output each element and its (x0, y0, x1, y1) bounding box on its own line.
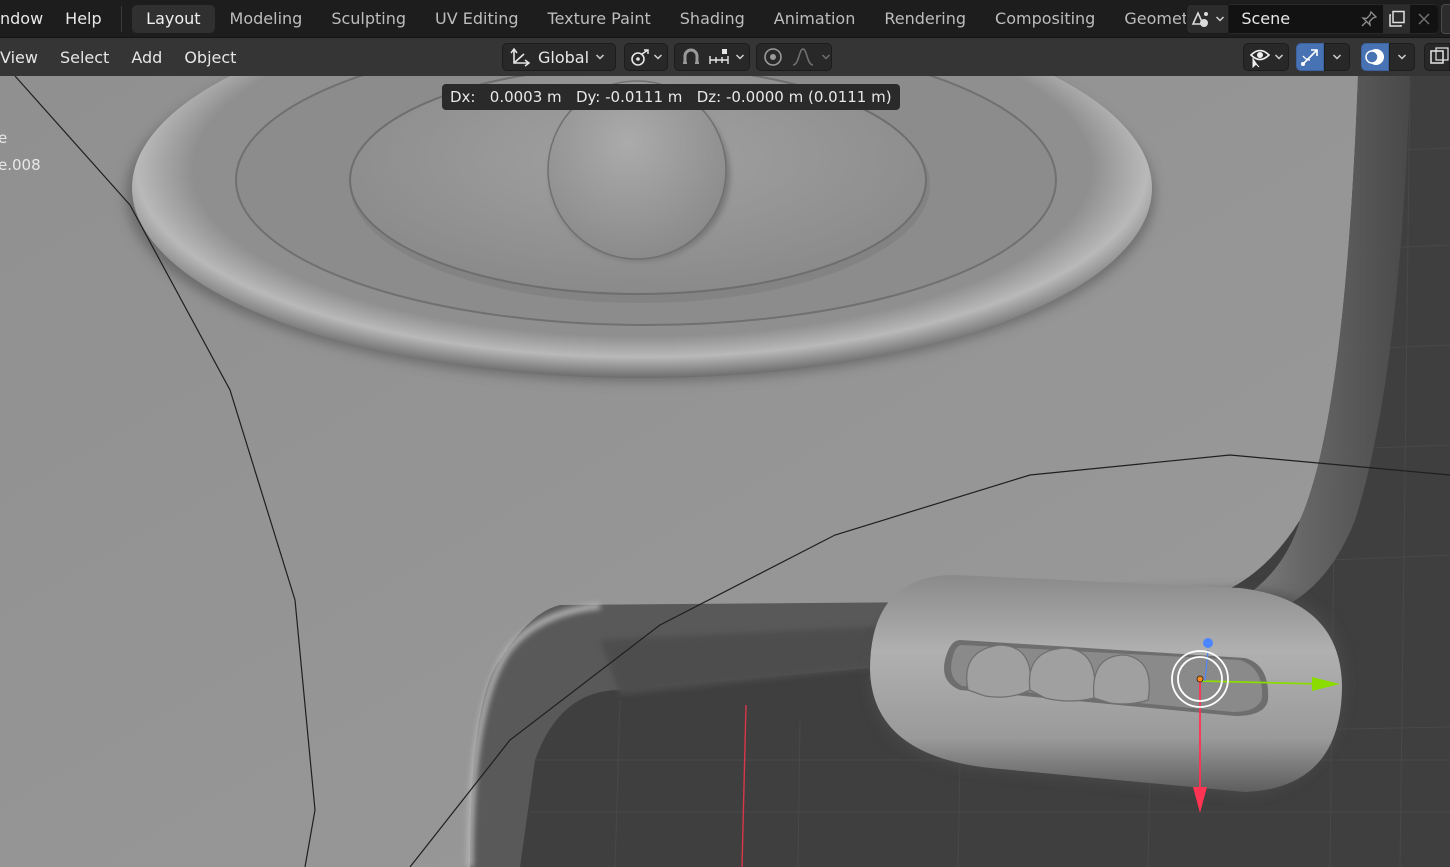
eye-pointer-icon (1249, 49, 1271, 68)
orientation-axes-icon (510, 47, 531, 67)
tab-shading[interactable]: Shading (665, 5, 759, 33)
scene-name-field[interactable]: Scene (1229, 4, 1356, 34)
pivot-point-icon (631, 49, 649, 66)
proportional-editing-icon[interactable] (761, 46, 785, 68)
overlays-icon (1365, 49, 1384, 65)
menu-select[interactable]: Select (49, 48, 120, 67)
overlays-options-dropdown[interactable] (1389, 43, 1415, 71)
transform-delta-readout: Dx: 0.0003 m Dy: -0.0111 m Dz: -0.0000 m… (442, 84, 900, 110)
tab-layout[interactable]: Layout (131, 4, 216, 33)
chevron-down-icon (1332, 54, 1342, 60)
pin-icon (1361, 10, 1378, 27)
tab-texture-paint[interactable]: Texture Paint (533, 5, 665, 33)
close-icon (1418, 13, 1430, 25)
chevron-down-icon (653, 54, 663, 60)
chevron-down-icon (1216, 16, 1225, 22)
duplicate-icon (1388, 10, 1405, 27)
selectability-visibility-dropdown[interactable] (1243, 43, 1289, 71)
overlays-toggle-button[interactable] (1361, 43, 1389, 71)
top-menu-bar: ndow Help Layout Modeling Sculpting UV E… (0, 0, 1450, 38)
view-layer-button-edge[interactable] (1441, 4, 1450, 34)
snap-magnet-icon[interactable] (679, 46, 703, 68)
chevron-down-icon (596, 54, 605, 60)
chevron-down-icon[interactable] (821, 52, 831, 62)
menu-window[interactable]: ndow (0, 5, 54, 33)
viewport-text-fragment-2: e.008 (0, 156, 41, 174)
proportional-editing-group (756, 43, 832, 71)
menu-add[interactable]: Add (120, 48, 173, 67)
scene-selector: Scene (1186, 4, 1438, 34)
delete-scene-button[interactable] (1410, 4, 1438, 34)
gizmo-toggle-button[interactable] (1296, 43, 1324, 71)
3d-viewport[interactable]: e e.008 (0, 76, 1450, 867)
viewport-render (0, 76, 1450, 867)
new-scene-button[interactable] (1382, 4, 1411, 34)
tab-modeling[interactable]: Modeling (215, 5, 317, 33)
chevron-down-icon (1274, 54, 1284, 60)
workspace-tabs: Layout Modeling Sculpting UV Editing Tex… (131, 4, 1192, 33)
menu-object[interactable]: Object (173, 48, 247, 67)
chevron-down-icon (1397, 54, 1407, 60)
tab-sculpting[interactable]: Sculpting (317, 5, 421, 33)
menu-view[interactable]: View (0, 48, 49, 67)
gizmo-icon (1301, 49, 1318, 66)
menu-separator (120, 5, 122, 32)
chevron-down-icon[interactable] (735, 52, 745, 62)
xray-icon (1430, 47, 1449, 64)
tab-geometry-nodes[interactable]: Geometr (1110, 5, 1191, 33)
transform-orientation-dropdown[interactable]: Global (502, 43, 616, 71)
viewport-text-fragment-1: e (0, 129, 8, 147)
tab-animation[interactable]: Animation (759, 5, 870, 33)
scene-type-button[interactable] (1186, 4, 1230, 34)
tab-uv-editing[interactable]: UV Editing (421, 5, 533, 33)
pivot-point-dropdown[interactable] (624, 43, 668, 71)
falloff-curve-icon[interactable] (791, 46, 815, 68)
snap-increment-icon[interactable] (707, 46, 731, 68)
scene-icon (1191, 11, 1209, 27)
tab-compositing[interactable]: Compositing (981, 5, 1110, 33)
pin-scene-button[interactable] (1355, 4, 1383, 34)
xray-toggle-button[interactable] (1424, 43, 1450, 71)
orientation-label: Global (538, 47, 590, 67)
gizmo-options-dropdown[interactable] (1324, 43, 1350, 71)
tab-rendering[interactable]: Rendering (870, 5, 981, 33)
snapping-group (674, 43, 750, 71)
menu-help[interactable]: Help (54, 5, 112, 33)
